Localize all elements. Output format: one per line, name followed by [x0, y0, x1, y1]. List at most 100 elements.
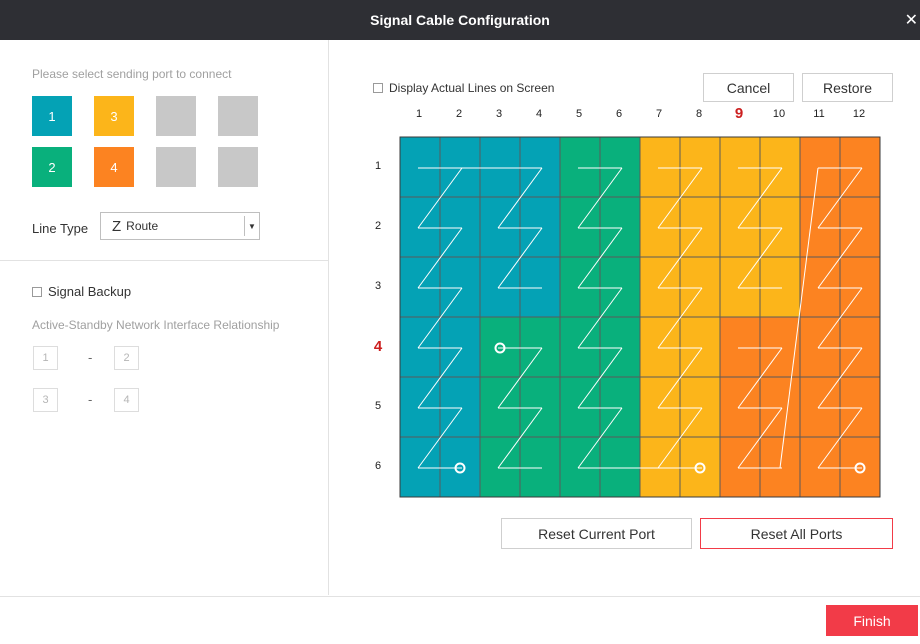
- screen-cell: [439, 196, 481, 258]
- screen-cell: [839, 136, 881, 198]
- port-label: 1: [48, 108, 56, 124]
- column-number: 9: [734, 105, 744, 122]
- row-number: 2: [374, 220, 382, 232]
- screen-cell: [559, 136, 601, 198]
- signal-backup-label: Signal Backup: [48, 284, 132, 299]
- screen-cell: [839, 196, 881, 258]
- pair-dash: -: [88, 350, 93, 365]
- z-route-icon: Z: [112, 217, 122, 235]
- nic-field-1[interactable]: 1: [33, 346, 58, 370]
- port-label: 4: [110, 159, 118, 175]
- line-type-label: Line Type: [32, 221, 89, 236]
- row-number: 3: [374, 280, 382, 292]
- cancel-button[interactable]: Cancel: [703, 73, 794, 102]
- column-number: 8: [695, 108, 703, 120]
- column-number: 7: [655, 108, 663, 120]
- row-number: 1: [374, 160, 382, 172]
- screen-cell: [759, 256, 801, 318]
- screen-cell: [679, 316, 721, 378]
- screen-cell: [759, 376, 801, 438]
- screen-cell: [439, 316, 481, 378]
- signal-backup-checkbox[interactable]: Signal Backup: [32, 284, 131, 299]
- screen-cell: [679, 436, 721, 498]
- screen-cell: [759, 316, 801, 378]
- column-number: 11: [813, 108, 825, 120]
- nic-field-4[interactable]: 4: [114, 388, 139, 412]
- sending-port-2[interactable]: 2: [32, 147, 72, 187]
- screen-wall-grid[interactable]: [399, 136, 881, 498]
- screen-cell: [599, 136, 641, 198]
- footer-divider: [0, 596, 920, 597]
- column-number: 10: [772, 108, 786, 120]
- checkbox-icon[interactable]: [32, 286, 42, 297]
- checkbox-icon[interactable]: [373, 83, 383, 93]
- finish-button[interactable]: Finish: [826, 605, 918, 636]
- restore-button[interactable]: Restore: [802, 73, 893, 102]
- pair-dash: -: [88, 392, 93, 407]
- screen-cell: [519, 196, 561, 258]
- column-number: 2: [455, 108, 463, 120]
- nic-field-2[interactable]: 2: [114, 346, 139, 370]
- column-number: 3: [495, 108, 503, 120]
- screen-cell: [519, 136, 561, 198]
- screen-cell: [839, 436, 881, 498]
- port-label: 3: [110, 108, 118, 124]
- reset-all-ports-button[interactable]: Reset All Ports: [700, 518, 893, 549]
- chevron-down-icon[interactable]: ▼: [244, 216, 259, 236]
- screen-cell: [679, 376, 721, 438]
- screen-cell: [839, 256, 881, 318]
- screen-cell: [599, 376, 641, 438]
- column-number: 1: [415, 108, 423, 120]
- screen-cell: [479, 136, 521, 198]
- sending-port-empty[interactable]: [156, 96, 196, 136]
- screen-cell: [519, 376, 561, 438]
- row-number: 5: [374, 400, 382, 412]
- screen-cell: [639, 136, 681, 198]
- line-type-select[interactable]: Z Route ▼: [100, 212, 260, 240]
- screen-cell: [599, 256, 641, 318]
- port-select-hint: Please select sending port to connect: [32, 67, 232, 81]
- screen-cell: [839, 316, 881, 378]
- screen-cell: [679, 256, 721, 318]
- sending-port-3[interactable]: 3: [94, 96, 134, 136]
- column-number: 5: [575, 108, 583, 120]
- divider: [0, 260, 328, 261]
- sending-port-empty[interactable]: [218, 147, 258, 187]
- screen-cell: [479, 316, 521, 378]
- screen-cell: [839, 376, 881, 438]
- nic-field-3[interactable]: 3: [33, 388, 58, 412]
- screen-cell: [439, 136, 481, 198]
- line-type-value: Route: [126, 219, 159, 233]
- column-number: 6: [615, 108, 623, 120]
- left-panel: Please select sending port to connect 1 …: [0, 40, 329, 595]
- column-number: 12: [852, 108, 866, 120]
- screen-cell: [759, 196, 801, 258]
- dialog-title: Signal Cable Configuration: [370, 12, 550, 28]
- screen-cell: [719, 316, 761, 378]
- screen-cell: [679, 136, 721, 198]
- screen-cell: [399, 136, 441, 198]
- row-number: 6: [374, 460, 382, 472]
- screen-cell: [759, 136, 801, 198]
- screen-cell: [719, 136, 761, 198]
- reset-current-port-button[interactable]: Reset Current Port: [501, 518, 692, 549]
- screen-cell: [679, 196, 721, 258]
- display-actual-lines-label: Display Actual Lines on Screen: [389, 81, 555, 95]
- screen-cell: [519, 436, 561, 498]
- close-icon[interactable]: ✕: [905, 10, 918, 30]
- dialog-title-bar: Signal Cable Configuration ✕: [0, 0, 920, 40]
- row-number: 4: [373, 338, 383, 355]
- sending-port-empty[interactable]: [218, 96, 258, 136]
- active-standby-label: Active-Standby Network Interface Relatio…: [32, 318, 280, 332]
- port-label: 2: [48, 159, 56, 175]
- screen-cell: [439, 256, 481, 318]
- sending-port-empty[interactable]: [156, 147, 196, 187]
- sending-port-4[interactable]: 4: [94, 147, 134, 187]
- screen-cell: [439, 376, 481, 438]
- screen-cell: [599, 196, 641, 258]
- screen-cell: [599, 316, 641, 378]
- sending-port-1[interactable]: 1: [32, 96, 72, 136]
- screen-cell: [599, 436, 641, 498]
- screen-cell: [439, 436, 481, 498]
- display-actual-lines-checkbox[interactable]: Display Actual Lines on Screen: [373, 81, 554, 95]
